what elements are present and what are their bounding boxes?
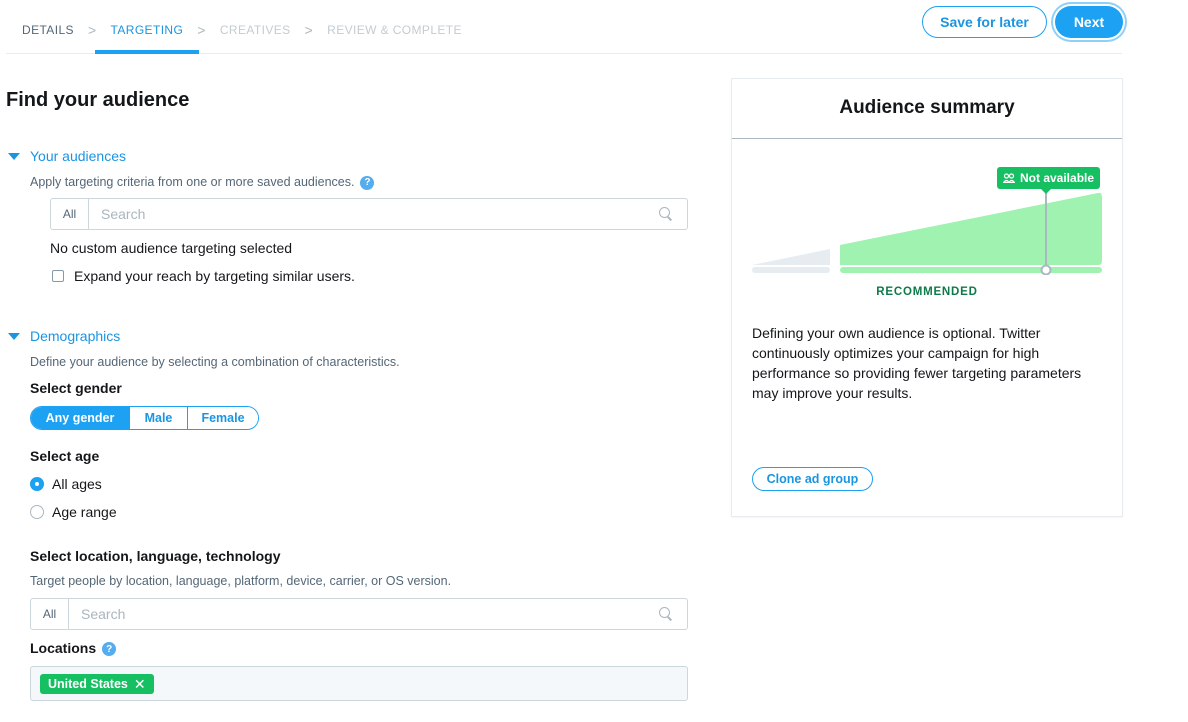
select-location-label: Select location, language, technology	[30, 548, 281, 564]
location-search: All	[30, 598, 688, 630]
clone-ad-group-button[interactable]: Clone ad group	[752, 467, 873, 491]
location-search-scope[interactable]: All	[31, 599, 69, 629]
age-range-label: Age range	[52, 504, 117, 520]
select-age-label: Select age	[30, 448, 100, 464]
chevron-right-icon: >	[304, 22, 314, 38]
age-range-radio[interactable]: Age range	[30, 504, 117, 520]
your-audiences-heading: Your audiences	[30, 148, 127, 164]
gender-female-option[interactable]: Female	[187, 407, 258, 429]
radio-unselected-icon[interactable]	[30, 505, 44, 519]
gauge-inactive-bar	[752, 267, 830, 273]
your-audiences-help: Apply targeting criteria from one or mor…	[30, 175, 375, 190]
demographics-help: Define your audience by selecting a comb…	[30, 355, 400, 369]
locations-label: Locations?	[30, 640, 117, 657]
locations-selected: United States ✕	[30, 666, 688, 701]
step-details[interactable]: Details	[22, 23, 74, 37]
age-all-label: All ages	[52, 476, 102, 492]
remove-icon[interactable]: ✕	[134, 676, 146, 693]
audiences-search-input[interactable]	[89, 206, 659, 222]
your-audiences-help-text: Apply targeting criteria from one or mor…	[30, 175, 355, 189]
gauge-inactive-wedge	[752, 249, 830, 265]
step-list: Details > Targeting > Creatives > Review…	[22, 22, 462, 54]
audience-status: No custom audience targeting selected	[50, 240, 293, 256]
age-all-radio[interactable]: All ages	[30, 476, 102, 492]
caret-down-icon	[8, 332, 20, 340]
your-audiences-toggle[interactable]: Your audiences	[8, 148, 126, 164]
gauge-recommended-bar	[840, 267, 1102, 273]
locations-label-text: Locations	[30, 640, 97, 656]
checkbox-unchecked-icon[interactable]	[52, 270, 64, 282]
expand-reach-checkbox[interactable]: Expand your reach by targeting similar u…	[52, 268, 355, 284]
chevron-right-icon: >	[87, 22, 97, 38]
audience-summary-card: Audience summary Not available RECOMMEND…	[732, 79, 1122, 516]
save-for-later-button[interactable]: Save for later	[922, 6, 1047, 38]
demographics-heading: Demographics	[30, 328, 121, 344]
search-icon[interactable]	[659, 207, 673, 221]
next-button[interactable]: Next	[1055, 6, 1123, 38]
location-search-input[interactable]	[69, 606, 659, 622]
demographics-toggle[interactable]: Demographics	[8, 328, 120, 344]
radio-selected-icon[interactable]	[30, 477, 44, 491]
location-tag-label: United States	[48, 677, 128, 691]
recommended-label: RECOMMENDED	[876, 286, 978, 298]
gender-any-option[interactable]: Any gender	[31, 407, 129, 429]
step-review-complete[interactable]: Review & Complete	[327, 23, 462, 37]
select-gender-label: Select gender	[30, 380, 122, 396]
gender-selector: Any gender Male Female	[30, 406, 259, 430]
people-icon	[1003, 173, 1015, 183]
caret-down-icon	[8, 152, 20, 160]
audience-size-tooltip: Not available	[997, 167, 1101, 194]
chevron-right-icon: >	[197, 22, 206, 38]
question-icon[interactable]: ?	[102, 642, 117, 657]
gender-male-option[interactable]: Male	[129, 407, 187, 429]
audiences-search-scope[interactable]: All	[51, 199, 89, 229]
step-creatives[interactable]: Creatives	[220, 23, 291, 37]
question-icon[interactable]: ?	[360, 175, 375, 190]
location-tag: United States ✕	[40, 674, 154, 694]
gauge-marker-handle	[1040, 264, 1052, 275]
summary-description: Defining your own audience is optional. …	[752, 325, 1082, 401]
location-help: Target people by location, language, pla…	[30, 574, 452, 588]
expand-reach-label: Expand your reach by targeting similar u…	[74, 268, 355, 284]
tooltip-text: Not available	[1020, 171, 1095, 185]
audiences-search: All	[50, 198, 688, 230]
gauge-recommended-wedge	[840, 192, 1102, 265]
page-title: Find your audience	[6, 89, 190, 111]
divider	[732, 138, 1122, 139]
step-targeting[interactable]: Targeting	[94, 23, 199, 54]
search-icon[interactable]	[659, 607, 673, 621]
audience-summary-title: Audience summary	[839, 97, 1015, 118]
